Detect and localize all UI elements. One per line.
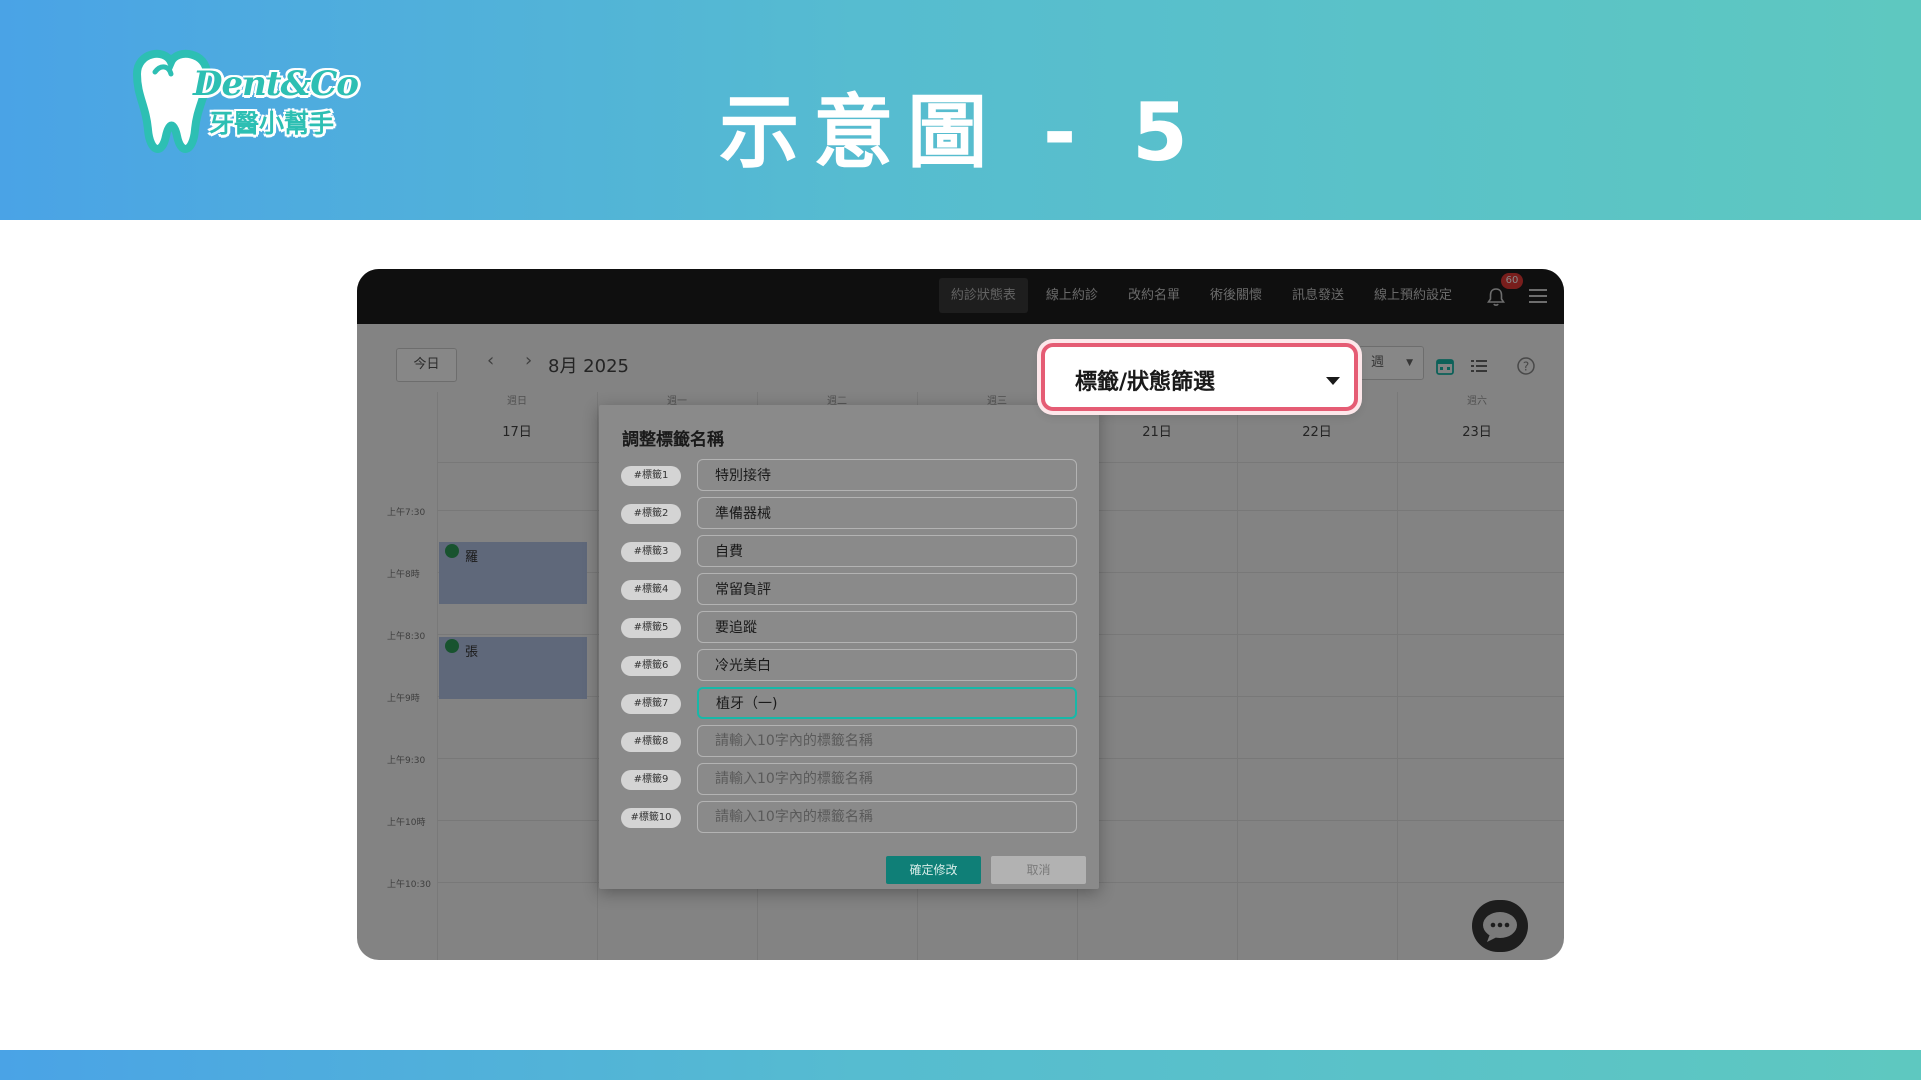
tag-chip: #標籤2	[621, 504, 681, 524]
tag-chip: #標籤4	[621, 580, 681, 600]
footer-bar	[0, 1050, 1921, 1080]
tag-name-input[interactable]	[697, 535, 1077, 567]
tag-name-input[interactable]	[697, 801, 1077, 833]
tag-name-input[interactable]	[697, 459, 1077, 491]
tag-name-input[interactable]	[697, 573, 1077, 605]
tag-chip: #標籤5	[621, 618, 681, 638]
tag-name-input[interactable]	[697, 725, 1077, 757]
tag-chip: #標籤7	[621, 694, 681, 714]
tag-status-filter-dropdown[interactable]: 標籤/狀態篩選	[1041, 343, 1358, 411]
header-banner: Dent&Co 牙醫小幫手 示意圖 - 5	[0, 0, 1921, 220]
dialog-title: 調整標籤名稱	[622, 430, 724, 450]
tag-chip: #標籤3	[621, 542, 681, 562]
tag-chip: #標籤8	[621, 732, 681, 752]
tag-chip: #標籤10	[621, 808, 681, 828]
edit-tags-dialog: 調整標籤名稱 #標籤1 #標籤2 #標籤3 #標籤4 #標籤5 #標籤6 #標籤…	[599, 405, 1099, 889]
tag-row: #標籤10	[621, 801, 1081, 833]
tag-name-input[interactable]	[697, 497, 1077, 529]
tag-row: #標籤4	[621, 573, 1081, 605]
tag-row: #標籤7	[621, 687, 1081, 719]
page-title: 示意圖 - 5	[719, 86, 1202, 179]
chat-button[interactable]	[1472, 900, 1528, 952]
app-screenshot: 約診狀態表 線上約診 改約名單 術後關懷 訊息發送 線上預約設定 60 今日 ‹…	[357, 269, 1564, 960]
tag-row: #標籤6	[621, 649, 1081, 681]
tag-row: #標籤1	[621, 459, 1081, 491]
tag-row: #標籤5	[621, 611, 1081, 643]
tag-chip: #標籤1	[621, 466, 681, 486]
chat-icon	[1483, 912, 1517, 942]
tag-name-input-focused[interactable]	[697, 687, 1077, 719]
cancel-button[interactable]: 取消	[991, 856, 1086, 884]
tag-name-input[interactable]	[697, 763, 1077, 795]
tag-row: #標籤2	[621, 497, 1081, 529]
filter-label: 標籤/狀態篩選	[1075, 370, 1216, 395]
tag-chip: #標籤9	[621, 770, 681, 790]
chevron-down-icon	[1326, 377, 1340, 385]
tag-chip: #標籤6	[621, 656, 681, 676]
tag-name-input[interactable]	[697, 611, 1077, 643]
tag-row: #標籤3	[621, 535, 1081, 567]
tag-row: #標籤8	[621, 725, 1081, 757]
tag-name-input[interactable]	[697, 649, 1077, 681]
tag-row: #標籤9	[621, 763, 1081, 795]
confirm-button[interactable]: 確定修改	[886, 856, 981, 884]
